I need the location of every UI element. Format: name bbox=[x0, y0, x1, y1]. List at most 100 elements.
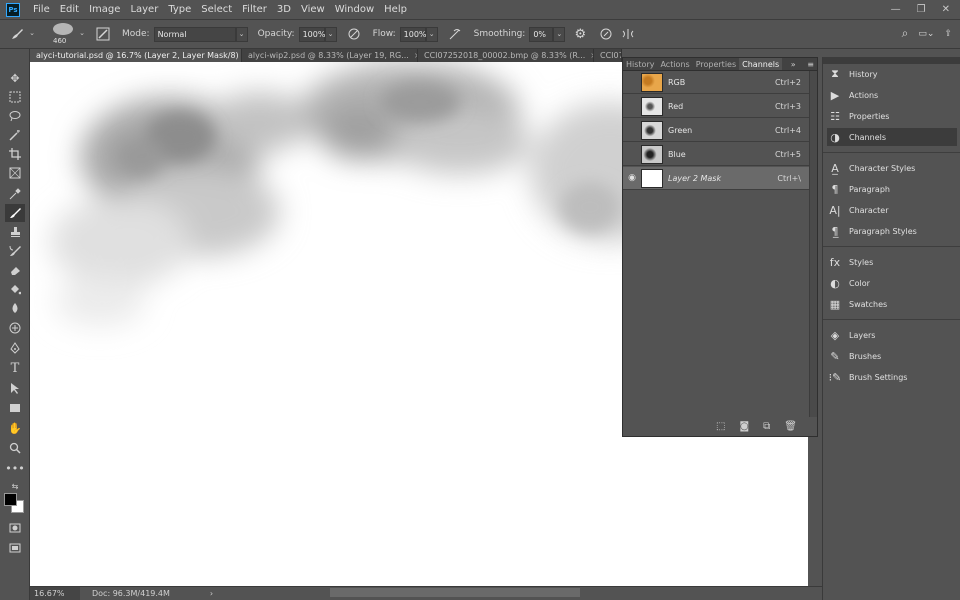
rectangle-tool-icon[interactable] bbox=[5, 399, 25, 417]
brush-preset-dropdown[interactable]: ⌄ bbox=[76, 27, 88, 42]
zoom-tool-icon[interactable] bbox=[5, 439, 25, 457]
brush-tool-icon[interactable] bbox=[5, 204, 25, 222]
menu-edit[interactable]: Edit bbox=[55, 0, 84, 19]
opacity-dropdown[interactable]: ⌄ bbox=[324, 26, 337, 42]
new-channel-icon[interactable]: ⧉ bbox=[763, 421, 770, 432]
visibility-toggle[interactable] bbox=[623, 95, 641, 118]
menu-layer[interactable]: Layer bbox=[125, 0, 163, 19]
search-icon[interactable]: ⌕ bbox=[902, 26, 909, 41]
eyedropper-tool-icon[interactable] bbox=[5, 185, 25, 203]
save-selection-icon[interactable]: ◙ bbox=[739, 421, 749, 432]
dock-layers[interactable]: ◈ Layers bbox=[827, 326, 957, 344]
dock-color[interactable]: ◐ Color bbox=[827, 274, 957, 292]
tab-document[interactable]: alyci-wip2.psd @ 8.33% (Layer 19, RG...× bbox=[242, 49, 418, 62]
visibility-toggle[interactable] bbox=[623, 119, 641, 142]
dock-swatches[interactable]: ▦ Swatches bbox=[827, 295, 957, 313]
tab-document[interactable]: alyci-tutorial.psd @ 16.7% (Layer 2, Lay… bbox=[30, 49, 242, 62]
tool-preset-dropdown[interactable]: ⌄ bbox=[26, 27, 38, 42]
smoothing-dropdown[interactable]: ⌄ bbox=[553, 26, 566, 42]
pen-tool-icon[interactable] bbox=[5, 339, 25, 357]
dock-history[interactable]: ⧗ History bbox=[827, 65, 957, 83]
workspace-icon[interactable]: ▭⌄ bbox=[918, 29, 934, 39]
eraser-tool-icon[interactable] bbox=[5, 261, 25, 279]
tab-history[interactable]: History bbox=[623, 58, 657, 70]
brush-tool-icon[interactable] bbox=[8, 25, 26, 43]
channel-row-rgb[interactable]: RGB Ctrl+2 bbox=[623, 71, 809, 94]
foreground-color-swatch[interactable] bbox=[4, 493, 17, 506]
mode-dropdown[interactable]: ⌄ bbox=[235, 26, 248, 42]
lasso-tool-icon[interactable] bbox=[5, 107, 25, 125]
opacity-field[interactable]: 100% bbox=[298, 26, 325, 42]
share-icon[interactable]: ⇪ bbox=[944, 29, 952, 39]
clone-stamp-tool-icon[interactable] bbox=[5, 223, 25, 241]
brush-settings-toggle-icon[interactable] bbox=[94, 25, 112, 43]
menu-help[interactable]: Help bbox=[379, 0, 412, 19]
visibility-toggle[interactable] bbox=[623, 71, 641, 94]
menu-image[interactable]: Image bbox=[84, 0, 125, 19]
visibility-toggle[interactable] bbox=[623, 143, 641, 166]
pressure-opacity-icon[interactable] bbox=[345, 25, 363, 43]
paint-bucket-tool-icon[interactable] bbox=[5, 280, 25, 298]
flow-dropdown[interactable]: ⌄ bbox=[425, 26, 438, 42]
horizontal-scrollbar[interactable] bbox=[330, 588, 580, 597]
path-selection-tool-icon[interactable] bbox=[5, 379, 25, 397]
channel-row-layer-mask[interactable]: ◉ Layer 2 Mask Ctrl+\ bbox=[623, 167, 809, 190]
magic-wand-tool-icon[interactable] bbox=[5, 126, 25, 144]
menu-window[interactable]: Window bbox=[330, 0, 379, 19]
menu-file[interactable]: File bbox=[28, 0, 55, 19]
brush-preset-picker[interactable]: 460 bbox=[50, 20, 76, 48]
menu-3d[interactable]: 3D bbox=[272, 0, 296, 19]
dock-brush-settings[interactable]: ⁝✎ Brush Settings bbox=[827, 368, 957, 386]
quick-mask-icon[interactable] bbox=[5, 519, 25, 537]
dock-channels[interactable]: ◑ Channels bbox=[827, 128, 957, 146]
crop-tool-icon[interactable] bbox=[5, 145, 25, 163]
tab-properties[interactable]: Properties bbox=[693, 58, 739, 70]
zoom-level-field[interactable]: 16.67% bbox=[30, 587, 80, 600]
collapse-panel-icon[interactable]: » bbox=[788, 58, 799, 70]
menu-select[interactable]: Select bbox=[196, 0, 237, 19]
dock-character-styles[interactable]: A̲ Character Styles bbox=[827, 159, 957, 177]
history-brush-tool-icon[interactable] bbox=[5, 242, 25, 260]
close-button[interactable]: ✕ bbox=[942, 4, 950, 15]
load-selection-icon[interactable]: ⬚ bbox=[716, 421, 725, 432]
hand-tool-icon[interactable]: ✋ bbox=[5, 419, 25, 437]
airbrush-icon[interactable] bbox=[446, 25, 464, 43]
minimize-button[interactable]: — bbox=[891, 4, 901, 15]
status-menu-arrow-icon[interactable]: › bbox=[210, 589, 213, 598]
gear-icon[interactable]: ⚙ bbox=[571, 25, 589, 43]
symmetry-icon[interactable] bbox=[619, 25, 637, 43]
panel-menu-icon[interactable]: ≡ bbox=[804, 58, 817, 70]
dock-actions[interactable]: ▶ Actions bbox=[827, 86, 957, 104]
channel-row-blue[interactable]: Blue Ctrl+5 bbox=[623, 143, 809, 166]
dock-paragraph-styles[interactable]: ¶̲ Paragraph Styles bbox=[827, 222, 957, 240]
mode-select[interactable]: Normal bbox=[153, 26, 236, 42]
dock-styles[interactable]: fx Styles bbox=[827, 253, 957, 271]
frame-tool-icon[interactable] bbox=[5, 164, 25, 182]
blur-tool-icon[interactable] bbox=[5, 299, 25, 317]
dock-paragraph[interactable]: ¶ Paragraph bbox=[827, 180, 957, 198]
dodge-tool-icon[interactable] bbox=[5, 319, 25, 337]
dock-brushes[interactable]: ✎ Brushes bbox=[827, 347, 957, 365]
tab-channels[interactable]: Channels bbox=[739, 58, 783, 70]
type-tool-icon[interactable]: T bbox=[5, 359, 25, 377]
menu-view[interactable]: View bbox=[296, 0, 330, 19]
tab-document[interactable]: CCI07252018_00002.bmp @ 8.33% (R...× bbox=[418, 49, 594, 62]
pressure-size-icon[interactable] bbox=[597, 25, 615, 43]
tab-document[interactable]: CCI07252018_00008.bmp @ 8.33% (R... bbox=[594, 49, 622, 62]
smoothing-field[interactable]: 0% bbox=[529, 26, 554, 42]
menu-type[interactable]: Type bbox=[163, 0, 196, 19]
more-tools-icon[interactable]: ••• bbox=[5, 459, 25, 477]
menu-filter[interactable]: Filter bbox=[237, 0, 272, 19]
panel-scrollbar[interactable] bbox=[809, 71, 817, 417]
eye-icon[interactable]: ◉ bbox=[623, 167, 641, 190]
move-tool-icon[interactable]: ✥ bbox=[5, 69, 25, 87]
dock-properties[interactable]: ☷ Properties bbox=[827, 107, 957, 125]
screen-mode-icon[interactable] bbox=[5, 539, 25, 557]
flow-field[interactable]: 100% bbox=[399, 26, 427, 42]
marquee-tool-icon[interactable] bbox=[5, 88, 25, 106]
channel-row-green[interactable]: Green Ctrl+4 bbox=[623, 119, 809, 142]
dock-character[interactable]: A| Character bbox=[827, 201, 957, 219]
tab-actions[interactable]: Actions bbox=[657, 58, 692, 70]
trash-icon[interactable]: 🗑 bbox=[784, 421, 797, 432]
restore-button[interactable]: ❐ bbox=[917, 4, 926, 15]
